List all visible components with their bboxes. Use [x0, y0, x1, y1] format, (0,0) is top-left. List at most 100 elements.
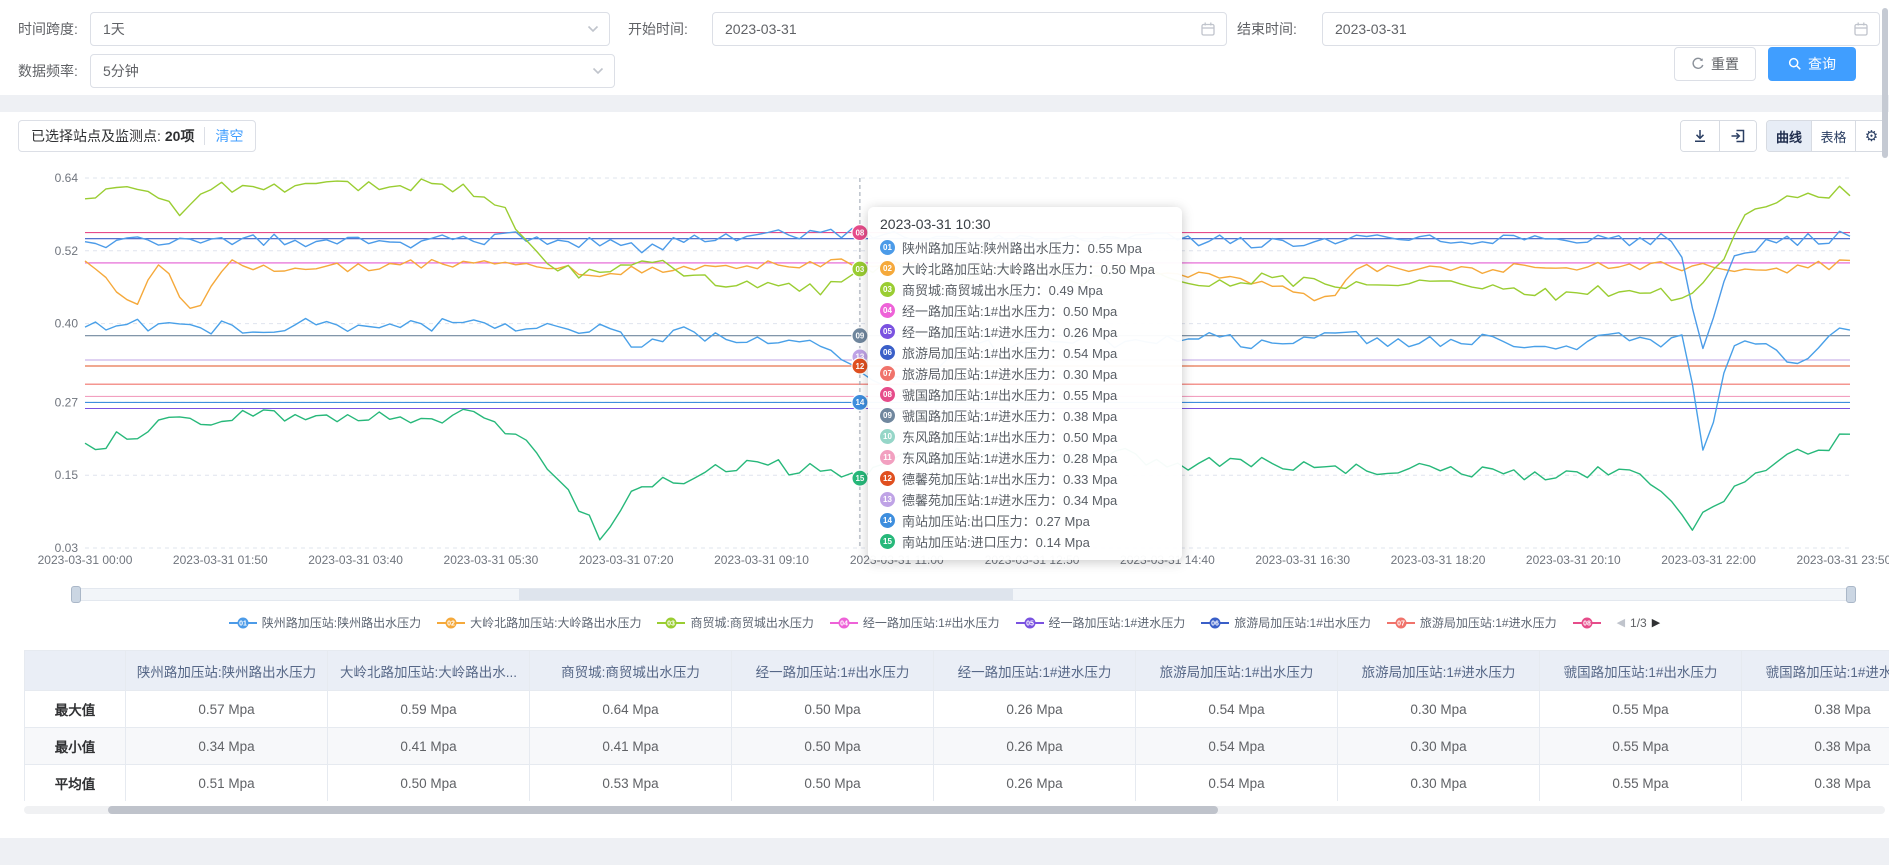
page-vertical-scrollbar[interactable]: [1882, 8, 1888, 158]
crosshair-marker-num: 12: [855, 362, 864, 371]
stat-value-cell: 0.53 Mpa: [530, 765, 732, 802]
series-badge-icon: 04: [880, 303, 895, 318]
tooltip-timestamp: 2023-03-31 10:30: [880, 216, 1168, 232]
export-button[interactable]: [1719, 121, 1757, 151]
x-axis-tick-label: 2023-03-31 23:50: [1797, 553, 1889, 567]
stat-value-cell: 0.51 Mpa: [126, 765, 328, 802]
y-axis-tick-label: 0.27: [55, 395, 79, 409]
page: 时间跨度: 1天 开始时间: 2023-03-31 结束时间: 2023-03-…: [0, 0, 1889, 865]
legend-item[interactable]: 05经一路加压站:1#进水压力: [1016, 614, 1186, 631]
stat-value-cell: 0.55 Mpa: [1540, 691, 1742, 728]
stats-col-header: 旅游局加压站:1#出水压力: [1136, 651, 1338, 691]
legend-next-icon[interactable]: ▶: [1652, 616, 1660, 629]
legend-item[interactable]: 01 陕州路加压站:陕州路出水压力: [229, 614, 421, 631]
crosshair-marker-num: 15: [855, 474, 864, 483]
series-badge-icon: 11: [880, 450, 895, 465]
svg-text:02: 02: [447, 620, 455, 627]
legend-item-partial[interactable]: 08: [1573, 617, 1601, 629]
export-tool-group: [1680, 120, 1757, 152]
tooltip-row: 15南站加压站:进口压力：0.14 Mpa: [880, 531, 1168, 552]
end-time-input[interactable]: 2023-03-31: [1322, 12, 1880, 46]
time-span-label: 时间跨度:: [18, 12, 78, 46]
stat-row-label: 最大值: [25, 691, 126, 728]
series-badge-icon: 06: [880, 345, 895, 360]
tooltip-series-value: 东风路加压站:1#出水压力：0.50 Mpa: [902, 427, 1117, 446]
x-axis-tick-label: 2023-03-31 16:30: [1255, 553, 1350, 567]
table-horizontal-scrollbar[interactable]: [24, 806, 1885, 814]
tooltip-series-value: 南站加压站:进口压力：0.14 Mpa: [902, 532, 1090, 551]
legend-prev-icon[interactable]: ◀: [1617, 616, 1625, 629]
legend-item[interactable]: 02大岭北路加压站:大岭路出水压力: [437, 614, 641, 631]
stats-col-header: 虢国路加压站:1#进水压力: [1742, 651, 1889, 691]
data-frequency-select[interactable]: 5分钟: [90, 54, 615, 88]
stat-value-cell: 0.38 Mpa: [1742, 765, 1889, 802]
stats-col-header: 大岭北路加压站:大岭路出水...: [328, 651, 530, 691]
query-button[interactable]: 查询: [1768, 47, 1856, 81]
stat-value-cell: 0.38 Mpa: [1742, 691, 1889, 728]
legend-item-label: 商贸城:商贸城出水压力: [690, 614, 813, 631]
tooltip-series-value: 旅游局加压站:1#进水压力：0.30 Mpa: [902, 364, 1117, 383]
legend-marker-icon: 03: [657, 617, 685, 629]
legend-item-label: 旅游局加压站:1#进水压力: [1420, 614, 1557, 631]
tooltip-row: 01陕州路加压站:陕州路出水压力：0.55 Mpa: [880, 237, 1168, 258]
table-row: 平均值0.51 Mpa0.50 Mpa0.53 Mpa0.50 Mpa0.26 …: [25, 765, 1889, 802]
time-span-select[interactable]: 1天: [90, 12, 610, 46]
calendar-icon: [1853, 21, 1869, 37]
series-badge-icon: 07: [880, 366, 895, 381]
datazoom-right-handle[interactable]: [1846, 586, 1856, 603]
stat-value-cell: 0.38 Mpa: [1742, 728, 1889, 765]
datazoom-left-handle[interactable]: [71, 586, 81, 603]
stat-value-cell: 0.50 Mpa: [732, 691, 934, 728]
stat-value-cell: 0.57 Mpa: [126, 691, 328, 728]
legend-item[interactable]: 04经一路加压站:1#出水压力: [830, 614, 1000, 631]
tooltip-series-value: 大岭北路加压站:大岭路出水压力：0.50 Mpa: [902, 259, 1155, 278]
filter-panel: 时间跨度: 1天 开始时间: 2023-03-31 结束时间: 2023-03-…: [0, 0, 1889, 95]
tooltip-row: 12德馨苑加压站:1#出水压力：0.33 Mpa: [880, 468, 1168, 489]
download-button[interactable]: [1681, 121, 1719, 151]
stat-value-cell: 0.55 Mpa: [1540, 728, 1742, 765]
tooltip-row: 11东风路加压站:1#进水压力：0.28 Mpa: [880, 447, 1168, 468]
crosshair-marker-num: 14: [855, 398, 864, 407]
stat-row-label: 平均值: [25, 765, 126, 802]
svg-text:04: 04: [840, 620, 848, 627]
download-icon: [1692, 128, 1708, 144]
view-table-tab[interactable]: 表格: [1811, 121, 1855, 151]
stat-value-cell: 0.30 Mpa: [1338, 691, 1540, 728]
legend-item[interactable]: 06旅游局加压站:1#出水压力: [1201, 614, 1371, 631]
stats-col-rowlabel-header: [25, 651, 126, 691]
tooltip-row: 13德馨苑加压站:1#进水压力：0.34 Mpa: [880, 489, 1168, 510]
tooltip-series-value: 德馨苑加压站:1#进水压力：0.34 Mpa: [902, 490, 1117, 509]
legend-item-label: 旅游局加压站:1#出水压力: [1234, 614, 1371, 631]
legend-item[interactable]: 03 商贸城:商贸城出水压力: [657, 614, 813, 631]
view-curve-tab[interactable]: 曲线: [1767, 121, 1811, 151]
view-toggle-group: 曲线 表格 ⚙: [1766, 120, 1888, 152]
export-icon: [1730, 128, 1746, 144]
scrollbar-thumb[interactable]: [108, 806, 1218, 814]
stat-value-cell: 0.41 Mpa: [328, 728, 530, 765]
series-badge-icon: 02: [880, 261, 895, 276]
clear-selection-link[interactable]: 清空: [215, 126, 243, 146]
legend-item[interactable]: 07旅游局加压站:1#进水压力: [1387, 614, 1557, 631]
svg-text:03: 03: [668, 620, 676, 627]
tooltip-row: 03商贸城:商贸城出水压力：0.49 Mpa: [880, 279, 1168, 300]
tooltip-series-value: 经一路加压站:1#进水压力：0.26 Mpa: [902, 322, 1117, 341]
legend-item-label: 陕州路加压站:陕州路出水压力: [262, 614, 421, 631]
datazoom-slider[interactable]: [72, 588, 1855, 601]
stats-col-header: 商贸城:商贸城出水压力: [530, 651, 732, 691]
series-badge-icon: 01: [880, 240, 895, 255]
start-time-input[interactable]: 2023-03-31: [712, 12, 1227, 46]
svg-text:05: 05: [1026, 620, 1034, 627]
legend-page-indicator: 1/3: [1630, 616, 1647, 630]
x-axis-tick-label: 2023-03-31 20:10: [1526, 553, 1621, 567]
tooltip-row: 04 经一路加压站:1#出水压力：0.50 Mpa: [880, 300, 1168, 321]
stat-value-cell: 0.64 Mpa: [530, 691, 732, 728]
selected-points-count: 20项: [165, 126, 195, 146]
stat-value-cell: 0.30 Mpa: [1338, 765, 1540, 802]
stat-value-cell: 0.41 Mpa: [530, 728, 732, 765]
reset-button[interactable]: 重置: [1674, 47, 1756, 81]
legend-marker-icon: 05: [1016, 617, 1044, 629]
svg-text:01: 01: [239, 620, 247, 627]
search-icon: [1788, 57, 1802, 71]
tooltip-series-value: 经一路加压站:1#出水压力：0.50 Mpa: [902, 301, 1117, 320]
tooltip-row: 02 大岭北路加压站:大岭路出水压力：0.50 Mpa: [880, 258, 1168, 279]
